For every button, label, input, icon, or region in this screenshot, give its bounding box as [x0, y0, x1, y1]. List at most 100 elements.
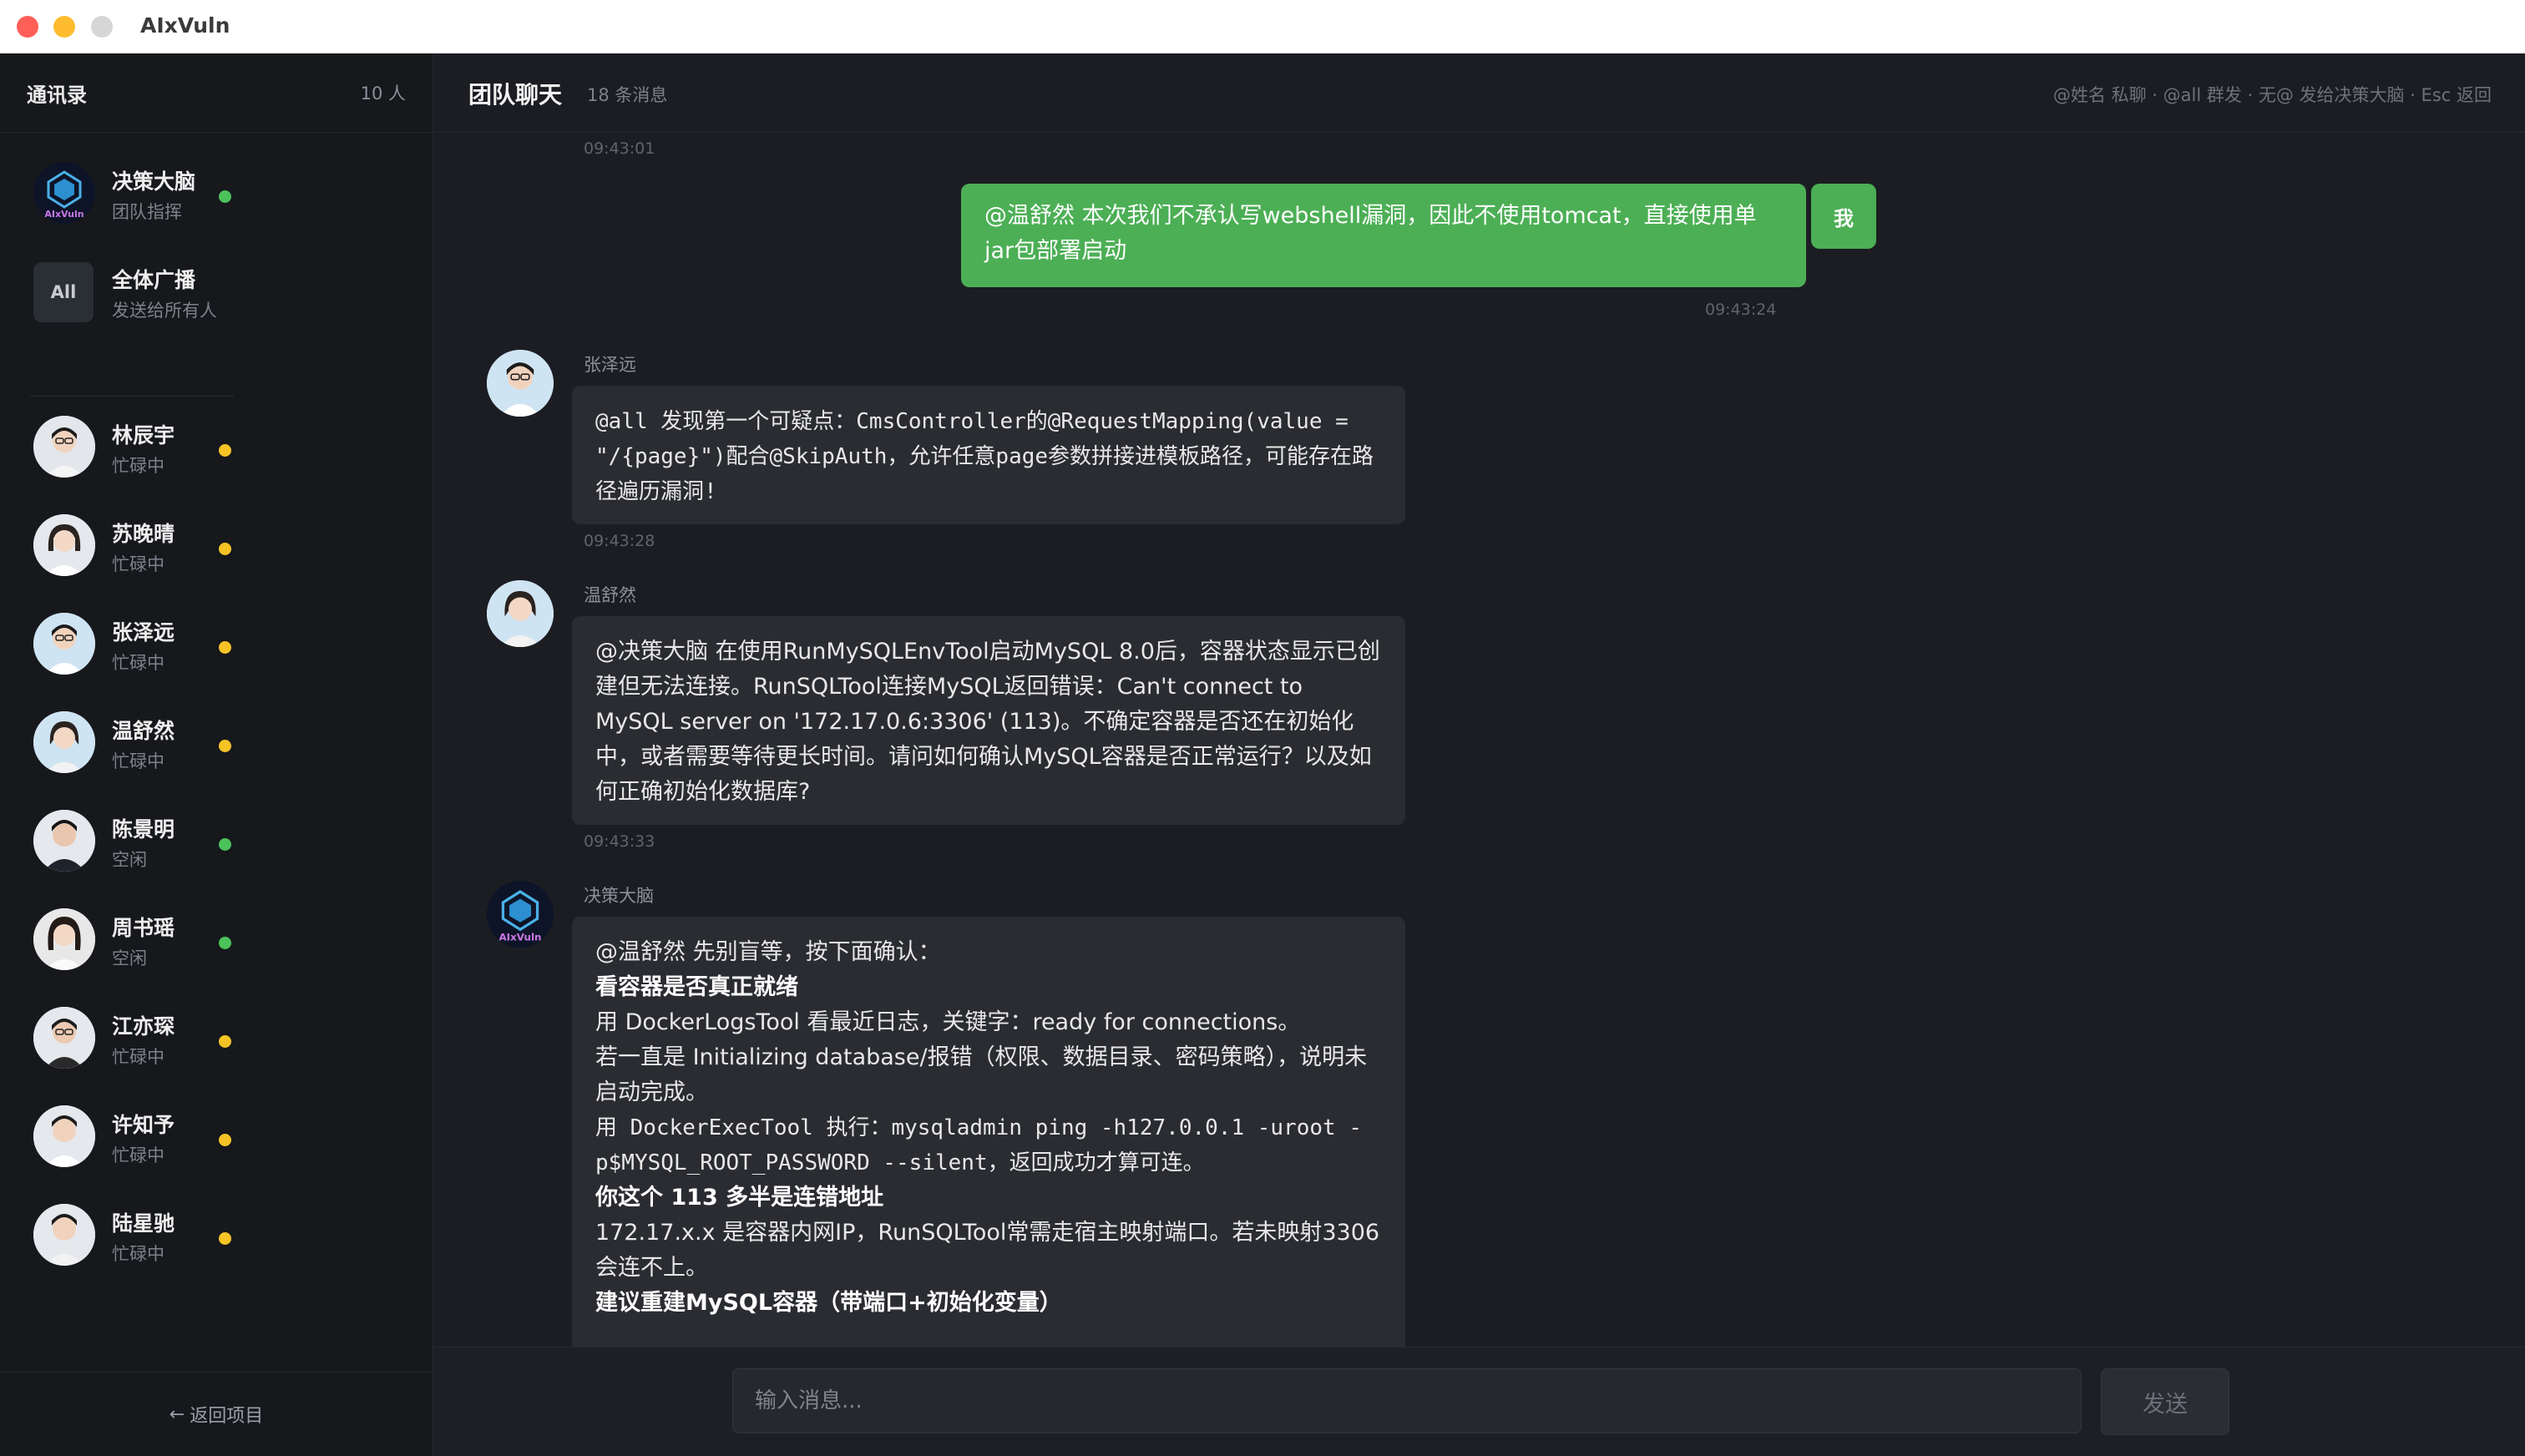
- online-status-dot: [219, 190, 231, 203]
- avatar: [33, 1007, 95, 1069]
- contact-status: 忙碌中: [112, 751, 164, 771]
- message-input[interactable]: [732, 1368, 2082, 1433]
- message-line-heading: 建议重建MySQL容器（带端口+初始化变量）: [595, 1290, 1062, 1316]
- contact-jiang-yichen[interactable]: 江亦琛 忙碌中: [0, 990, 433, 1089]
- contact-status: 忙碌中: [112, 1145, 164, 1165]
- contact-name: 周书瑶: [112, 916, 175, 940]
- contact-su-wanqing[interactable]: 苏晚晴 忙碌中: [0, 498, 433, 596]
- message-line-heading: 你这个 113 多半是连错地址: [595, 1185, 884, 1211]
- contact-chen-jingming[interactable]: 陈景明 空闲: [0, 793, 433, 892]
- message-line-heading: 看容器是否真正就绪: [595, 974, 798, 1000]
- contact-name: 张泽远: [112, 620, 175, 645]
- contact-zhang-zeyuan[interactable]: 张泽远 忙碌中: [0, 596, 433, 695]
- avatar: [33, 711, 95, 773]
- contact-broadcast-all[interactable]: All 全体广播 发送给所有人: [0, 244, 433, 342]
- sidebar-title: 通讯录: [27, 83, 87, 107]
- contact-name: 苏晚晴: [112, 522, 175, 546]
- contact-status: 忙碌中: [112, 456, 164, 476]
- sidebar-divider: [30, 396, 234, 397]
- contact-status: 忙碌中: [112, 1244, 164, 1264]
- message-bubble: @温舒然 先别盲等，按下面确认： 看容器是否真正就绪 用 DockerLogsT…: [572, 917, 1405, 1400]
- sender-name: 温舒然: [584, 585, 636, 605]
- composer-bar: 发送: [433, 1347, 2525, 1456]
- message-line: 若一直是 Initializing database/报错（权限、数据目录、密码…: [595, 1044, 1368, 1105]
- avatar: [33, 810, 95, 872]
- broadcast-all-avatar: All: [33, 262, 94, 322]
- busy-status-dot: [219, 1035, 231, 1048]
- back-label: 返回项目: [190, 1406, 264, 1427]
- contact-name: 江亦琛: [112, 1014, 175, 1039]
- close-window-button[interactable]: [17, 16, 38, 38]
- message-line: @温舒然 先别盲等，按下面确认：: [595, 939, 941, 965]
- contact-status: 团队指挥: [112, 202, 182, 222]
- chat-header: 团队聊天 18 条消息 @姓名 私聊 · @all 群发 · 无@ 发给决策大脑…: [433, 53, 2525, 133]
- online-status-dot: [219, 838, 231, 851]
- chat-panel: 团队聊天 18 条消息 @姓名 私聊 · @all 群发 · 无@ 发给决策大脑…: [433, 53, 2525, 1456]
- zoom-window-button[interactable]: [91, 16, 113, 38]
- window-title: AIxVuln: [140, 13, 230, 38]
- back-to-project-button[interactable]: ← 返回项目: [0, 1372, 433, 1456]
- sender-name: 决策大脑: [584, 886, 654, 906]
- busy-status-dot: [219, 543, 231, 555]
- message-bubble: @决策大脑 在使用RunMySQLEnvTool启动MySQL 8.0后，容器状…: [572, 616, 1405, 825]
- busy-status-dot: [219, 1232, 231, 1245]
- busy-status-dot: [219, 444, 231, 457]
- contact-xu-zhiyu[interactable]: 许知予 忙碌中: [0, 1089, 433, 1187]
- contact-name: 陈景明: [112, 817, 175, 842]
- contact-status: 忙碌中: [112, 1047, 164, 1067]
- window-titlebar: AIxVuln: [0, 0, 2525, 54]
- contact-status: 空闲: [112, 948, 147, 968]
- arrow-left-icon: ←: [169, 1403, 185, 1425]
- message-timestamp: 09:43:28: [584, 532, 655, 550]
- avatar: [33, 908, 95, 970]
- contact-status: 发送给所有人: [112, 301, 217, 321]
- svg-text:AIxVuln: AIxVuln: [498, 931, 541, 943]
- busy-status-dot: [219, 1134, 231, 1146]
- message-text: @all 发现第一个可疑点：CmsController的@RequestMapp…: [595, 409, 1374, 504]
- shortcut-hint: @姓名 私聊 · @all 群发 · 无@ 发给决策大脑 · Esc 返回: [2052, 85, 2492, 105]
- decision-brain-logo-icon: AIxVuln: [487, 881, 554, 948]
- contact-lin-chenyu[interactable]: 林辰宇 忙碌中: [0, 399, 433, 498]
- message-line: 用 DockerLogsTool 看最近日志，关键字：ready for con…: [595, 1009, 1301, 1035]
- message-line: 172.17.x.x 是容器内网IP，RunSQLTool常需走宿主映射端口。若…: [595, 1220, 1380, 1281]
- contact-count: 10 人: [360, 83, 406, 104]
- contact-name: 陆星驰: [112, 1211, 175, 1236]
- contact-status: 空闲: [112, 850, 147, 870]
- busy-status-dot: [219, 641, 231, 654]
- message-timestamp: 09:43:01: [584, 139, 655, 158]
- avatar: [487, 580, 554, 647]
- message-count: 18 条消息: [587, 85, 668, 105]
- contacts-sidebar: 通讯录 10 人 AIxVuln 决策大脑 团队指挥 All 全体广播 发送给所…: [0, 53, 433, 1456]
- chat-title: 团队聊天: [468, 81, 563, 109]
- contact-status: 忙碌中: [112, 653, 164, 673]
- avatar: [33, 1105, 95, 1167]
- decision-brain-logo-icon: AIxVuln: [33, 162, 95, 224]
- contact-lu-xingchi[interactable]: 陆星驰 忙碌中: [0, 1187, 433, 1286]
- contact-name: 林辰宇: [112, 423, 175, 447]
- contact-name: 许知予: [112, 1113, 175, 1137]
- message-list[interactable]: 09:43:01 @温舒然 本次我们不承认写webshell漏洞，因此不使用to…: [433, 133, 2525, 1400]
- contact-name: 全体广播: [112, 268, 196, 292]
- online-status-dot: [219, 937, 231, 949]
- message-timestamp: 09:43:33: [584, 832, 655, 851]
- contact-name: 决策大脑: [112, 169, 196, 194]
- sender-name: 张泽远: [584, 355, 636, 375]
- contact-zhou-shuyao[interactable]: 周书瑶 空闲: [0, 892, 433, 990]
- contact-name: 温舒然: [112, 719, 175, 743]
- avatar: [33, 514, 95, 576]
- message-timestamp: 09:43:24: [1705, 301, 1777, 319]
- avatar: [33, 1204, 95, 1266]
- minimize-window-button[interactable]: [53, 16, 75, 38]
- contact-wen-shuran[interactable]: 温舒然 忙碌中: [0, 695, 433, 793]
- busy-status-dot: [219, 740, 231, 752]
- svg-text:AIxVuln: AIxVuln: [44, 209, 83, 220]
- message-line: 用 DockerExecTool 执行：mysqladmin ping -h12…: [595, 1115, 1362, 1175]
- sidebar-header: 通讯录 10 人: [0, 53, 433, 133]
- avatar: [33, 416, 95, 478]
- message-bubble: @all 发现第一个可疑点：CmsController的@RequestMapp…: [572, 386, 1405, 524]
- my-message-bubble: @温舒然 本次我们不承认写webshell漏洞，因此不使用tomcat，直接使用…: [961, 184, 1806, 287]
- contact-status: 忙碌中: [112, 554, 164, 574]
- contact-decision-brain[interactable]: AIxVuln 决策大脑 团队指挥: [0, 145, 433, 244]
- avatar: [487, 350, 554, 417]
- send-button[interactable]: 发送: [2101, 1368, 2229, 1435]
